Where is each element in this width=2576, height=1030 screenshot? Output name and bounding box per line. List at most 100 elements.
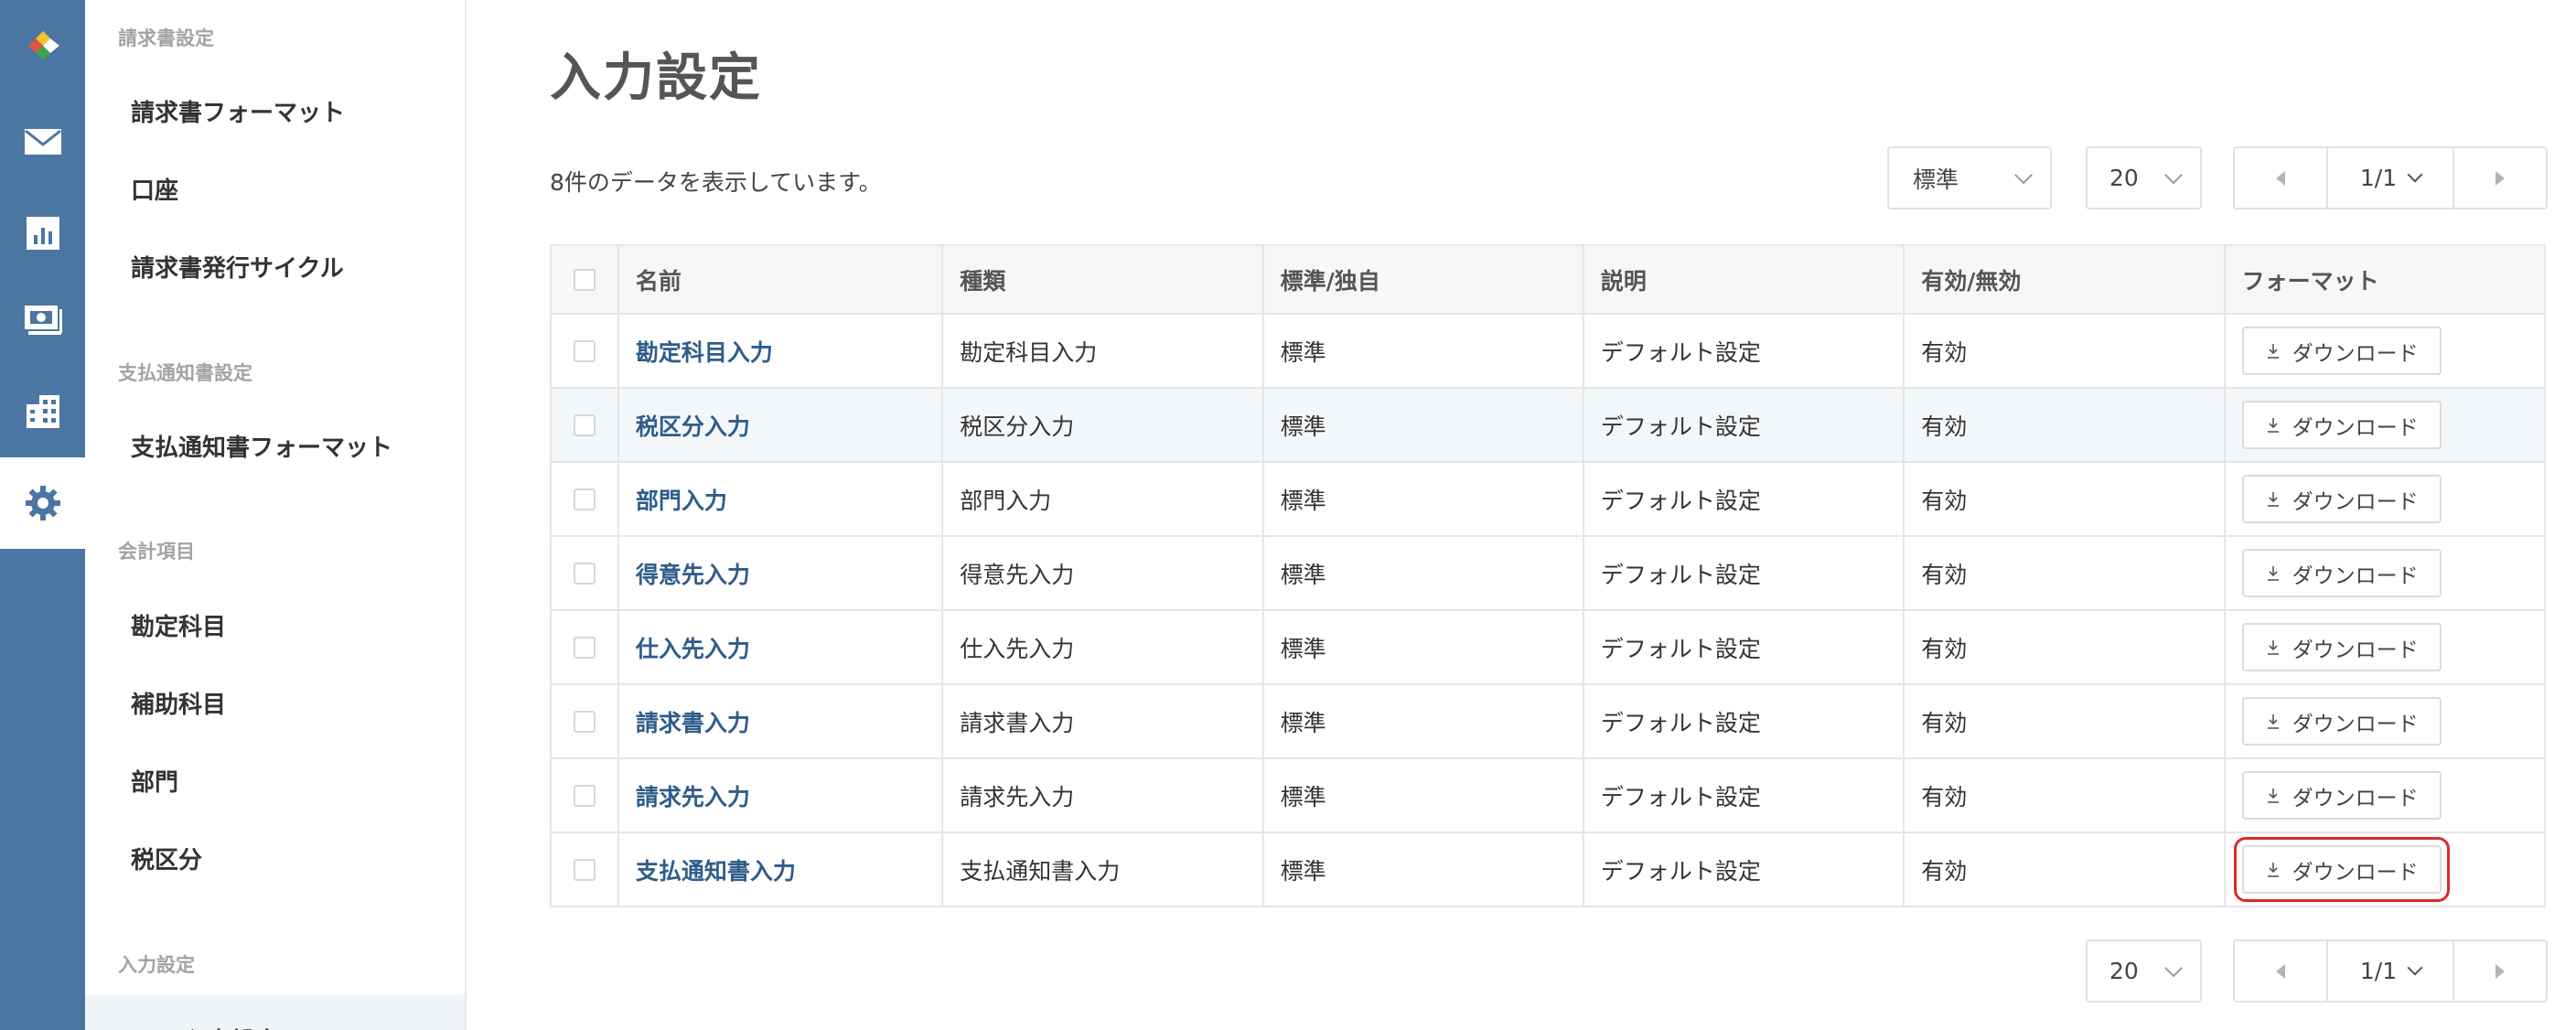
name-cell: 仕入先入力	[617, 611, 941, 683]
header-valid[interactable]: 有効/無効	[1903, 246, 2223, 313]
download-label: ダウンロード	[2292, 712, 2419, 736]
download-icon	[2267, 713, 2279, 729]
type-cell: 勘定科目入力	[941, 315, 1261, 387]
download-label: ダウンロード	[2292, 638, 2419, 662]
download-icon	[2267, 565, 2279, 581]
name-link[interactable]: 仕入先入力	[636, 631, 750, 664]
row-checkbox[interactable]	[573, 413, 596, 436]
name-cell: 請求書入力	[617, 685, 941, 757]
settings-icon[interactable]	[0, 457, 85, 549]
row-checkbox[interactable]	[573, 488, 596, 510]
sidebar-item-tax-category[interactable]: 税区分	[85, 820, 465, 896]
name-link[interactable]: 部門入力	[636, 483, 727, 516]
chevron-down-icon	[2164, 959, 2183, 977]
sidebar-item-sub-account[interactable]: 補助科目	[85, 664, 465, 741]
format-cell: ダウンロード	[2223, 833, 2544, 906]
name-link[interactable]: 支払通知書入力	[636, 853, 796, 886]
row-checkbox[interactable]	[573, 339, 596, 362]
name-link[interactable]: 請求書入力	[636, 705, 750, 738]
caret-right-icon	[2496, 963, 2505, 979]
download-icon	[2267, 862, 2279, 877]
select-all-checkbox[interactable]	[573, 268, 596, 291]
per-page-select-bottom[interactable]: 20	[2086, 939, 2202, 1003]
name-cell: 請求先入力	[617, 759, 941, 832]
row-checkbox[interactable]	[573, 858, 596, 881]
description-cell: デフォルト設定	[1582, 537, 1903, 609]
prev-page-button[interactable]	[2235, 148, 2326, 208]
name-link[interactable]: 請求先入力	[636, 779, 750, 812]
sidebar-item-csv-input[interactable]: CSV入力設定	[85, 995, 465, 1030]
row-checkbox[interactable]	[573, 562, 596, 585]
header-format: フォーマット	[2223, 246, 2544, 313]
download-button[interactable]: ダウンロード	[2233, 837, 2450, 902]
name-cell: 勘定科目入力	[617, 315, 941, 387]
name-link[interactable]: 税区分入力	[636, 409, 750, 442]
download-button[interactable]: ダウンロード	[2241, 771, 2442, 820]
sidebar-item-bank-account[interactable]: 口座	[85, 150, 465, 227]
download-button[interactable]: ダウンロード	[2241, 401, 2442, 449]
download-button[interactable]: ダウンロード	[2241, 327, 2442, 375]
valid-cell: 有効	[1903, 389, 2223, 461]
name-cell: 得意先入力	[617, 537, 941, 609]
type-cell: 部門入力	[941, 463, 1261, 535]
name-link[interactable]: 勘定科目入力	[636, 335, 773, 368]
sidebar-item-department[interactable]: 部門	[85, 742, 465, 819]
sidebar-item-payment-notice-format[interactable]: 支払通知書フォーマット	[85, 407, 465, 484]
row-select-cell	[552, 389, 617, 461]
standard-cell: 標準	[1261, 833, 1583, 906]
table-header-row: 名前 種類 標準/独自 説明 有効/無効 フォーマット	[552, 246, 2544, 313]
header-standard[interactable]: 標準/独自	[1261, 246, 1583, 313]
sidebar-item-account-title[interactable]: 勘定科目	[85, 586, 465, 663]
section-title-invoice: 請求書設定	[118, 27, 214, 49]
type-cell: 税区分入力	[941, 389, 1261, 461]
name-cell: 税区分入力	[617, 389, 941, 461]
report-icon[interactable]	[0, 188, 85, 279]
caret-left-icon	[2276, 963, 2285, 979]
building-icon[interactable]	[0, 366, 85, 457]
mail-icon[interactable]	[0, 96, 85, 188]
valid-cell: 有効	[1903, 759, 2223, 832]
filter-select[interactable]: 標準	[1887, 146, 2052, 209]
per-page-select-top[interactable]: 20	[2086, 146, 2202, 209]
header-description[interactable]: 説明	[1582, 246, 1903, 313]
row-checkbox[interactable]	[573, 710, 596, 733]
table-row: 仕入先入力 仕入先入力 標準 デフォルト設定 有効 ダウンロード	[552, 609, 2544, 683]
description-cell: デフォルト設定	[1582, 315, 1903, 387]
table-row: 支払通知書入力 支払通知書入力 標準 デフォルト設定 有効 ダウンロード	[552, 832, 2544, 906]
format-cell: ダウンロード	[2223, 389, 2544, 461]
payment-icon[interactable]	[0, 274, 85, 366]
next-page-button[interactable]	[2454, 148, 2546, 208]
row-select-cell	[552, 537, 617, 609]
download-label: ダウンロード	[2292, 415, 2419, 440]
download-icon	[2267, 343, 2279, 359]
caret-right-icon	[2496, 170, 2505, 186]
page-select-bottom[interactable]: 1/1	[2326, 941, 2454, 1001]
header-name[interactable]: 名前	[617, 246, 941, 313]
logo-icon[interactable]	[0, 0, 85, 91]
page-select-top[interactable]: 1/1	[2326, 148, 2454, 208]
download-button[interactable]: ダウンロード	[2241, 549, 2442, 597]
download-button[interactable]: ダウンロード	[2241, 475, 2442, 523]
row-select-cell	[552, 315, 617, 387]
description-cell: デフォルト設定	[1582, 611, 1903, 683]
standard-cell: 標準	[1261, 463, 1583, 535]
header-type[interactable]: 種類	[941, 246, 1261, 313]
chevron-down-icon	[2407, 960, 2423, 975]
prev-page-button[interactable]	[2235, 941, 2326, 1001]
format-cell: ダウンロード	[2223, 463, 2544, 535]
sidebar-item-invoice-cycle[interactable]: 請求書発行サイクル	[85, 228, 465, 305]
download-button[interactable]: ダウンロード	[2241, 697, 2442, 746]
name-cell: 部門入力	[617, 463, 941, 535]
download-button[interactable]: ダウンロード	[2241, 623, 2442, 671]
standard-cell: 標準	[1261, 685, 1583, 757]
row-checkbox[interactable]	[573, 636, 596, 659]
table-row: 部門入力 部門入力 標準 デフォルト設定 有効 ダウンロード	[552, 461, 2544, 535]
table-row: 得意先入力 得意先入力 標準 デフォルト設定 有効 ダウンロード	[552, 535, 2544, 609]
name-link[interactable]: 得意先入力	[636, 557, 750, 590]
row-select-cell	[552, 833, 617, 906]
download-label: ダウンロード	[2292, 860, 2419, 885]
sidebar-item-invoice-format[interactable]: 請求書フォーマット	[85, 72, 465, 149]
format-cell: ダウンロード	[2223, 611, 2544, 683]
next-page-button[interactable]	[2454, 941, 2546, 1001]
row-checkbox[interactable]	[573, 784, 596, 807]
